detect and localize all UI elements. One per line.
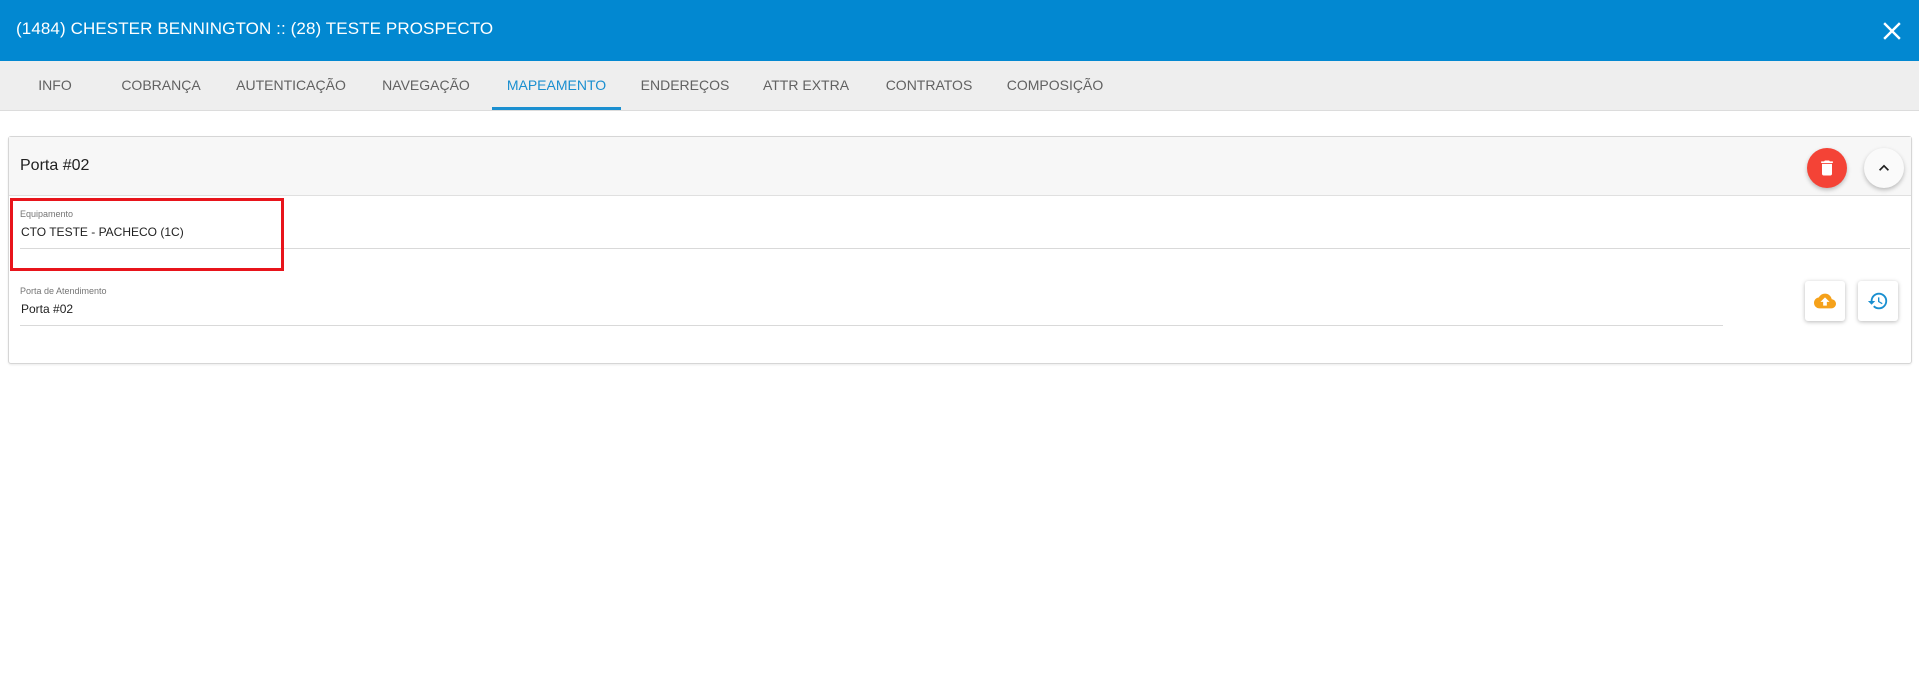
equipamento-field[interactable]: Equipamento CTO TESTE - PACHECO (1C): [20, 209, 1910, 249]
tab-bar: INFO COBRANÇA AUTENTICAÇÃO NAVEGAÇÃO MAP…: [0, 61, 1919, 111]
tab-navegacao[interactable]: NAVEGAÇÃO: [368, 61, 484, 110]
active-tab-indicator: [492, 107, 621, 110]
card-header[interactable]: Porta #02: [9, 137, 1911, 196]
equipamento-underline: [20, 248, 1910, 249]
card-title: Porta #02: [20, 157, 90, 174]
porta-atendimento-value[interactable]: Porta #02: [21, 302, 73, 316]
dialog-title: (1484) CHESTER BENNINGTON :: (28) TESTE …: [16, 19, 494, 38]
collapse-button[interactable]: [1864, 148, 1904, 188]
dialog-header: (1484) CHESTER BENNINGTON :: (28) TESTE …: [0, 0, 1919, 61]
upload-button[interactable]: [1805, 281, 1845, 321]
porta-atendimento-field[interactable]: Porta de Atendimento Porta #02: [20, 286, 1723, 326]
porta-atendimento-label: Porta de Atendimento: [20, 286, 107, 296]
history-button[interactable]: [1858, 281, 1898, 321]
tab-contratos[interactable]: CONTRATOS: [872, 61, 986, 110]
tab-enderecos[interactable]: ENDEREÇOS: [630, 61, 740, 110]
cloud-upload-icon: [1814, 293, 1836, 309]
tab-info[interactable]: INFO: [18, 61, 92, 110]
porta-atendimento-underline: [20, 325, 1723, 326]
trash-icon: [1821, 160, 1833, 176]
porta-card: Porta #02 Equipamento CTO TESTE - PACHEC…: [8, 136, 1912, 364]
tab-autenticacao[interactable]: AUTENTICAÇÃO: [228, 61, 354, 110]
highlight-box: [10, 198, 284, 271]
close-icon: [1883, 22, 1901, 40]
chevron-up-icon: [1879, 164, 1889, 171]
history-icon: [1867, 292, 1888, 310]
tab-composicao[interactable]: COMPOSIÇÃO: [998, 61, 1112, 110]
close-button[interactable]: [1877, 16, 1907, 46]
tab-mapeamento[interactable]: MAPEAMENTO: [492, 61, 621, 110]
tab-attr-extra[interactable]: ATTR EXTRA: [752, 61, 860, 110]
delete-button[interactable]: [1807, 148, 1847, 188]
tab-cobranca[interactable]: COBRANÇA: [108, 61, 214, 110]
